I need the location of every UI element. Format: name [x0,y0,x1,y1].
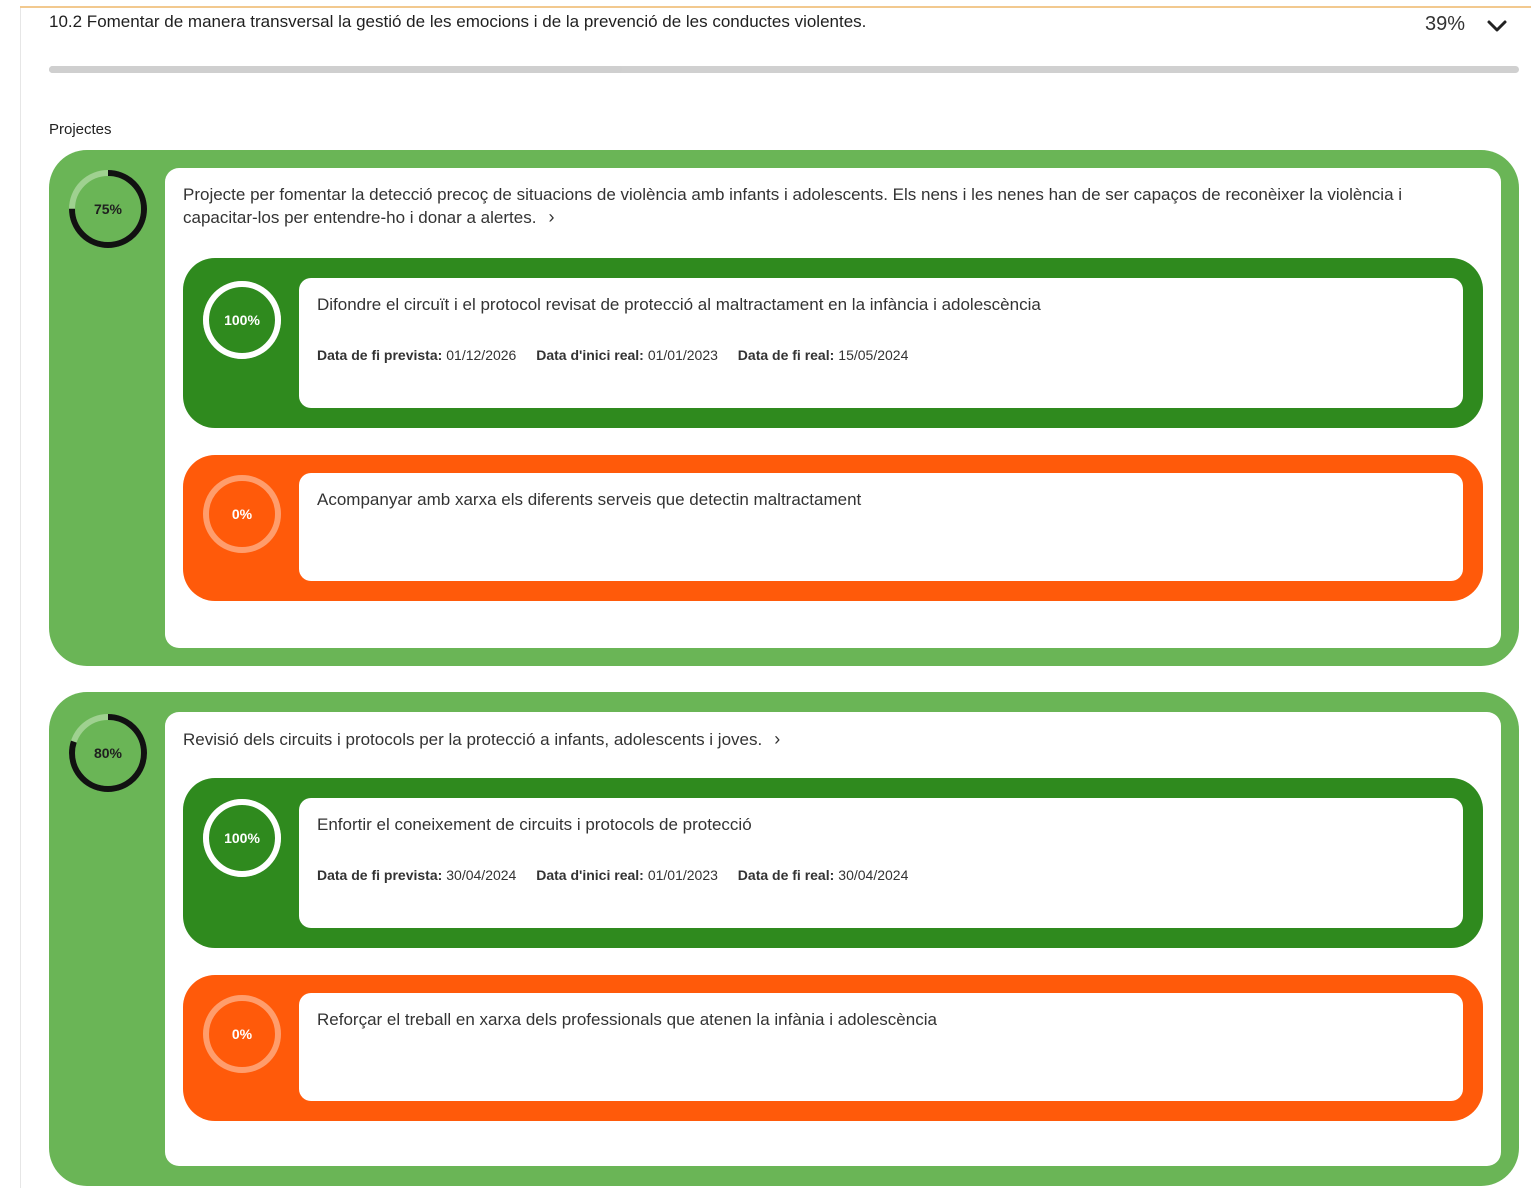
action-progress-ring: 100% [201,279,283,361]
date-label: Data de fi prevista: [317,867,443,883]
action-title: Acompanyar amb xarxa els diferents serve… [317,490,862,509]
action-percent: 100% [224,312,260,328]
date-value: 01/12/2026 [446,347,517,363]
action-dates: Data de fi prevista: 30/04/2024 Data d'in… [317,867,924,883]
project-title[interactable]: Revisió dels circuits i protocols per la… [183,730,762,749]
action-percent: 100% [224,830,260,846]
action-progress-ring: 0% [201,473,283,555]
project-content: Projecte per fomentar la detecció precoç… [165,168,1501,648]
project-title[interactable]: Projecte per fomentar la detecció precoç… [183,185,1402,227]
objective-percent: 39% [1425,13,1466,35]
project-percent: 80% [93,745,123,761]
action-card: 100% Enfortir el coneixement de circuits… [183,778,1483,948]
project-title-line[interactable]: Projecte per fomentar la detecció precoç… [183,184,1481,229]
date-label: Data de fi prevista: [317,347,443,363]
section-label: Projectes [49,121,112,138]
action-content: Difondre el circuït i el protocol revisa… [299,278,1463,408]
action-title: Difondre el circuït i el protocol revisa… [317,295,1041,314]
objective-progress-fill [49,66,623,73]
action-percent: 0% [231,1026,253,1042]
project-content: Revisió dels circuits i protocols per la… [165,712,1501,1166]
action-card: 100% Difondre el circuït i el protocol r… [183,258,1483,428]
date-label: Data de fi real: [737,347,835,363]
action-title: Enfortir el coneixement de circuits i pr… [317,815,752,834]
date-value: 30/04/2024 [838,867,909,883]
date-value: 01/01/2023 [647,867,718,883]
action-dates: Data de fi prevista: 01/12/2026 Data d'in… [317,347,924,363]
action-content: Enfortir el coneixement de circuits i pr… [299,798,1463,928]
date-value: 15/05/2024 [838,347,909,363]
objective-progress-bar [49,66,1519,73]
header-accent-line [20,6,1531,8]
action-card: 0% Reforçar el treball en xarxa dels pro… [183,975,1483,1121]
objective-title: 10.2 Fomentar de manera transversal la g… [49,12,867,31]
chevron-right-icon[interactable]: › [548,206,554,228]
project-progress-ring: 80% [67,712,149,794]
action-progress-ring: 100% [201,797,283,879]
action-content: Acompanyar amb xarxa els diferents serve… [299,473,1463,581]
date-label: Data de fi real: [737,867,835,883]
chevron-right-icon[interactable]: › [774,728,780,750]
action-card: 0% Acompanyar amb xarxa els diferents se… [183,455,1483,601]
project-card: 80% Revisió dels circuits i protocols pe… [49,692,1519,1186]
action-percent: 0% [231,506,253,522]
chevron-down-icon[interactable] [1484,16,1510,36]
action-title: Reforçar el treball en xarxa dels profes… [317,1010,937,1029]
project-progress-ring: 75% [67,168,149,250]
action-progress-ring: 0% [201,993,283,1075]
project-percent: 75% [93,201,123,217]
date-value: 01/01/2023 [647,347,718,363]
date-label: Data d'inici real: [536,867,644,883]
project-card: 75% Projecte per fomentar la detecció pr… [49,150,1519,666]
project-title-line[interactable]: Revisió dels circuits i protocols per la… [183,728,1481,751]
left-border [20,8,21,1188]
action-content: Reforçar el treball en xarxa dels profes… [299,993,1463,1101]
date-label: Data d'inici real: [536,347,644,363]
date-value: 30/04/2024 [446,867,517,883]
